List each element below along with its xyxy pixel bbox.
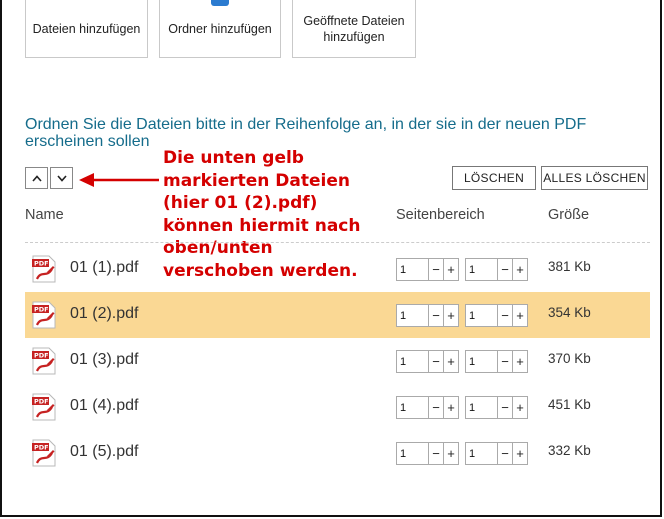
pdf-file-icon: PDF [32, 347, 56, 375]
plus-icon[interactable]: + [512, 305, 527, 326]
minus-icon[interactable]: − [497, 397, 512, 418]
file-row[interactable]: PDF 01 (5).pdf 1− +1− +332 Kb [25, 430, 650, 476]
file-name: 01 (1).pdf [70, 259, 139, 276]
page-to-stepper[interactable]: 1− + [465, 442, 528, 465]
file-name: 01 (2).pdf [70, 305, 139, 322]
pdf-file-icon: PDF [32, 393, 56, 421]
delete-all-button[interactable]: ALLES LÖSCHEN [541, 166, 648, 190]
pdf-file-icon: PDF [32, 439, 56, 467]
folder-icon [211, 0, 229, 6]
page-from-value[interactable]: 1 [397, 351, 428, 372]
plus-icon[interactable]: + [443, 397, 458, 418]
svg-text:PDF: PDF [34, 352, 49, 360]
page-from-stepper[interactable]: 1− + [396, 258, 459, 281]
svg-text:PDF: PDF [34, 260, 49, 268]
plus-icon[interactable]: + [512, 259, 527, 280]
minus-icon[interactable]: − [428, 351, 443, 372]
page-from-value[interactable]: 1 [397, 305, 428, 326]
page-from-value[interactable]: 1 [397, 443, 428, 464]
add-open-files-label: Geöffnete Dateien hinzufügen [303, 13, 405, 44]
file-row[interactable]: PDF 01 (1).pdf 1− +1− +381 Kb [25, 246, 650, 292]
page-to-value[interactable]: 1 [466, 397, 497, 418]
move-up-button[interactable] [25, 167, 48, 189]
chevron-down-icon [56, 174, 67, 182]
chevron-up-icon [31, 174, 42, 182]
minus-icon[interactable]: − [428, 259, 443, 280]
pdf-file-icon: PDF [32, 255, 56, 283]
plus-icon[interactable]: + [443, 443, 458, 464]
page-from-value[interactable]: 1 [397, 259, 428, 280]
add-files-button[interactable]: Dateien hinzufügen [25, 0, 148, 58]
file-size: 381 Kb [548, 259, 591, 274]
minus-icon[interactable]: − [428, 397, 443, 418]
delete-all-label: ALLES LÖSCHEN [543, 171, 646, 185]
page-from-stepper[interactable]: 1− + [396, 396, 459, 419]
page-to-value[interactable]: 1 [466, 259, 497, 280]
file-row[interactable]: PDF 01 (4).pdf 1− +1− +451 Kb [25, 384, 650, 430]
delete-label: LÖSCHEN [463, 171, 525, 185]
plus-icon[interactable]: + [512, 351, 527, 372]
minus-icon[interactable]: − [497, 443, 512, 464]
page-from-stepper[interactable]: 1− + [396, 304, 459, 327]
column-header-page-range: Seitenbereich [396, 207, 485, 223]
order-controls [25, 167, 75, 189]
plus-icon[interactable]: + [512, 397, 527, 418]
page-from-stepper[interactable]: 1− + [396, 442, 459, 465]
page-to-stepper[interactable]: 1− + [465, 304, 528, 327]
minus-icon[interactable]: − [428, 443, 443, 464]
minus-icon[interactable]: − [428, 305, 443, 326]
file-size: 370 Kb [548, 351, 591, 366]
plus-icon[interactable]: + [443, 351, 458, 372]
plus-icon[interactable]: + [512, 443, 527, 464]
file-size: 451 Kb [548, 397, 591, 412]
page-to-value[interactable]: 1 [466, 443, 497, 464]
svg-text:PDF: PDF [34, 306, 49, 314]
delete-button[interactable]: LÖSCHEN [452, 166, 536, 190]
svg-text:PDF: PDF [34, 398, 49, 406]
page-to-stepper[interactable]: 1− + [465, 396, 528, 419]
plus-icon[interactable]: + [443, 305, 458, 326]
minus-icon[interactable]: − [497, 305, 512, 326]
minus-icon[interactable]: − [497, 259, 512, 280]
plus-icon[interactable]: + [443, 259, 458, 280]
file-name: 01 (4).pdf [70, 397, 139, 414]
move-down-button[interactable] [50, 167, 73, 189]
file-name: 01 (3).pdf [70, 351, 139, 368]
page-to-value[interactable]: 1 [466, 305, 497, 326]
file-size: 354 Kb [548, 305, 591, 320]
minus-icon[interactable]: − [497, 351, 512, 372]
page-to-stepper[interactable]: 1− + [465, 350, 528, 373]
add-folder-button[interactable]: Ordner hinzufügen [159, 0, 281, 58]
page-to-stepper[interactable]: 1− + [465, 258, 528, 281]
page-from-stepper[interactable]: 1− + [396, 350, 459, 373]
file-row[interactable]: PDF 01 (3).pdf 1− +1− +370 Kb [25, 338, 650, 384]
file-row[interactable]: PDF 01 (2).pdf 1− +1− +354 Kb [25, 292, 650, 338]
column-header-size: Größe [548, 207, 590, 223]
svg-text:PDF: PDF [34, 444, 49, 452]
pdf-file-icon: PDF [32, 301, 56, 329]
header-divider [25, 242, 650, 243]
add-open-files-button[interactable]: Geöffnete Dateien hinzufügen [292, 0, 416, 58]
page-from-value[interactable]: 1 [397, 397, 428, 418]
file-name: 01 (5).pdf [70, 443, 139, 460]
file-size: 332 Kb [548, 443, 591, 458]
add-folder-label: Ordner hinzufügen [168, 21, 272, 36]
annotation-arrow-icon [79, 173, 159, 187]
instruction-text: Ordnen Sie die Dateien bitte in der Reih… [25, 116, 587, 150]
column-header-name: Name [25, 207, 64, 223]
add-files-label: Dateien hinzufügen [32, 21, 141, 36]
page-to-value[interactable]: 1 [466, 351, 497, 372]
